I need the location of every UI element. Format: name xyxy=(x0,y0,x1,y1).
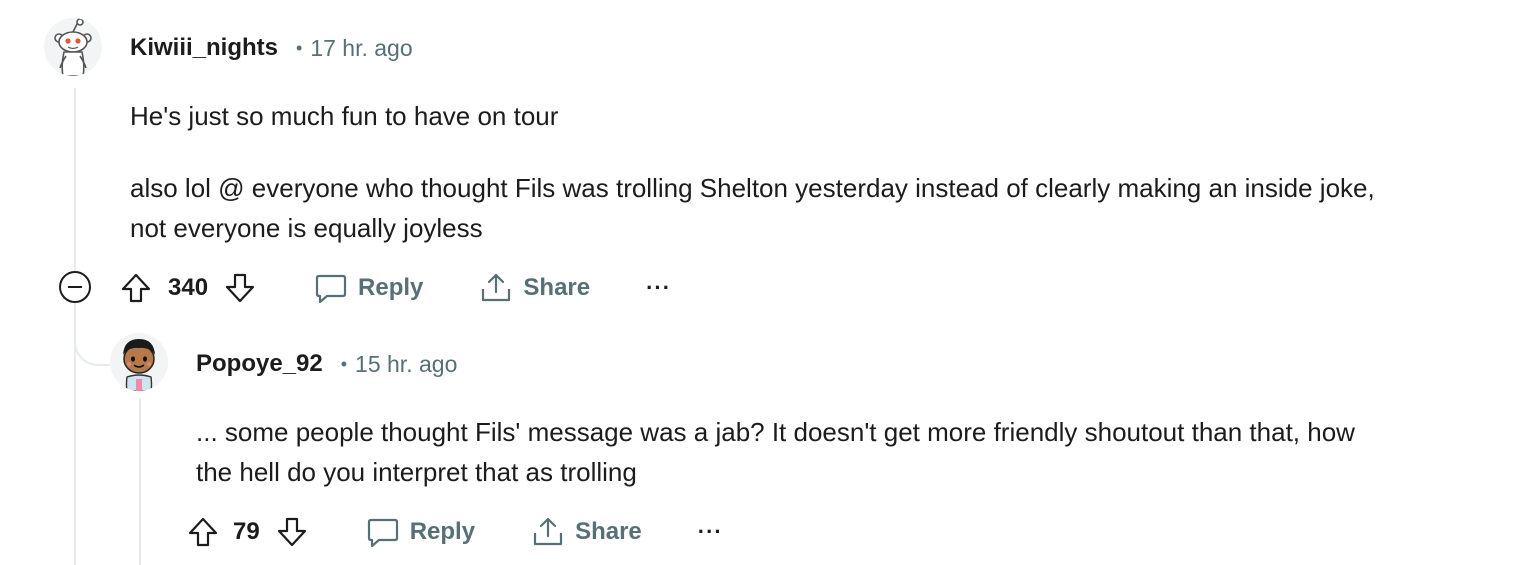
comment-body: ... some people thought Fils' message wa… xyxy=(196,412,1355,492)
username[interactable]: Popoye_92 xyxy=(196,350,323,378)
avatar[interactable] xyxy=(110,333,168,391)
comment-paragraph: the hell do you interpret that as trolli… xyxy=(196,457,637,487)
thread-line-reply-connector xyxy=(74,300,110,366)
comment-paragraph: not everyone is equally joyless xyxy=(130,213,483,243)
reply-label: Reply xyxy=(409,518,476,545)
reply-button[interactable]: Reply xyxy=(314,271,423,305)
reply-label: Reply xyxy=(358,274,424,301)
meta-separator: • xyxy=(296,37,303,58)
downvote-arrow-icon xyxy=(277,517,306,547)
share-label: Share xyxy=(523,274,591,301)
thread-line-reply xyxy=(139,398,141,565)
share-icon xyxy=(482,273,511,302)
comment-actions: 79 Reply Share ··· xyxy=(185,512,723,552)
avatar[interactable] xyxy=(44,18,102,76)
more-options-button[interactable]: ··· xyxy=(646,277,671,299)
snoo-avatar-icon xyxy=(44,18,102,76)
comment-body: He's just so much fun to have on tour al… xyxy=(130,96,1375,248)
timestamp[interactable]: 17 hr. ago xyxy=(310,35,412,62)
comment-paragraph: ... some people thought Fils' message wa… xyxy=(196,417,1355,447)
more-options-button[interactable]: ··· xyxy=(698,521,723,543)
vote-score: 340 xyxy=(168,274,209,301)
share-button[interactable]: Share xyxy=(479,271,590,305)
downvote-arrow-icon xyxy=(225,273,255,303)
collapse-thread-button[interactable] xyxy=(59,271,91,303)
meta-separator: • xyxy=(340,353,348,374)
comment-paragraph: He's just so much fun to have on tour xyxy=(130,101,559,131)
upvote-arrow-icon xyxy=(188,517,218,547)
vote-score: 79 xyxy=(233,518,260,545)
comment-bubble-icon xyxy=(367,518,398,548)
timestamp[interactable]: 15 hr. ago xyxy=(355,351,457,378)
share-label: Share xyxy=(575,518,642,545)
comment-paragraph: also lol @ everyone who thought Fils was… xyxy=(130,173,1375,203)
upvote-button[interactable] xyxy=(185,514,221,550)
upvote-arrow-icon xyxy=(121,273,151,303)
downvote-button[interactable] xyxy=(274,514,310,550)
comment-actions: 340 Reply Share ··· xyxy=(118,268,671,308)
share-icon xyxy=(533,517,563,546)
username[interactable]: Kiwiii_nights xyxy=(130,34,278,62)
comment-meta: Kiwiii_nights • 17 hr. ago xyxy=(130,33,413,63)
comment-bubble-icon xyxy=(315,274,347,304)
comment-meta: Popoye_92 • 15 hr. ago xyxy=(196,349,457,379)
downvote-button[interactable] xyxy=(222,270,258,306)
share-button[interactable]: Share xyxy=(531,515,642,549)
cartoon-avatar-icon xyxy=(110,333,168,391)
upvote-button[interactable] xyxy=(118,270,154,306)
reply-button[interactable]: Reply xyxy=(366,515,475,549)
minus-icon xyxy=(68,286,82,288)
